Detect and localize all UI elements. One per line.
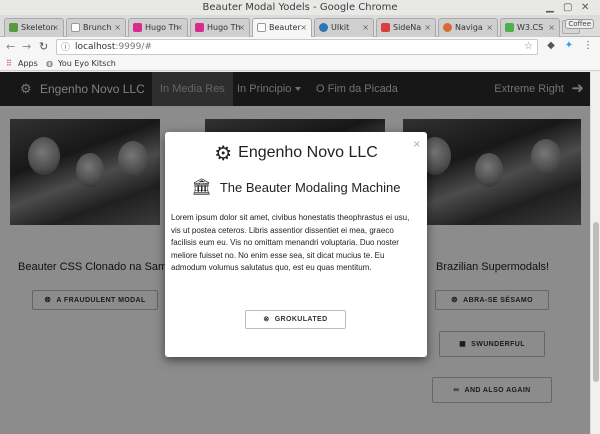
- page-scrollbar[interactable]: [590, 72, 600, 434]
- modal-subtitle-text: The Beauter Modaling Machine: [219, 180, 401, 195]
- favicon-icon: [443, 23, 452, 32]
- close-tab-icon[interactable]: ×: [52, 19, 59, 36]
- forward-icon[interactable]: →: [22, 40, 31, 53]
- favicon-icon: [9, 23, 18, 32]
- dot-circle-icon: ⊗: [263, 316, 270, 323]
- bookmark-globe-icon: ◍: [46, 59, 53, 68]
- window-title: Beauter Modal Yodels - Google Chrome: [202, 2, 398, 13]
- tab-hugo-2[interactable]: Hugo Th ×: [190, 18, 250, 37]
- modal-body-text: Lorem ipsum dolor sit amet, civibus hone…: [171, 213, 410, 272]
- tab-label: W3.CS: [517, 23, 544, 32]
- bookmark-apps[interactable]: Apps: [18, 57, 38, 70]
- close-tab-icon[interactable]: ×: [114, 19, 121, 36]
- url-host: localhost: [75, 42, 116, 52]
- modal-dialog: × ⚙ Engenho Novo LLC 🏛 The Beauter Modalin…: [165, 132, 427, 357]
- tab-brunch[interactable]: Brunch ×: [66, 18, 126, 37]
- tab-uikit[interactable]: UIkit ×: [314, 18, 374, 37]
- minimize-icon[interactable]: ▁: [546, 0, 554, 15]
- close-tab-icon[interactable]: ×: [424, 19, 431, 36]
- info-icon[interactable]: ⓘ: [61, 41, 70, 55]
- bookmarks-bar: ⠿ Apps ◍ You Eyo Kitsch: [0, 57, 600, 71]
- title-bar: Beauter Modal Yodels - Google Chrome ▁ ▢…: [0, 0, 600, 15]
- favicon-icon: [195, 23, 204, 32]
- tab-label: Naviga: [455, 23, 483, 32]
- close-tab-icon[interactable]: ×: [362, 19, 369, 36]
- page-icon: [257, 23, 266, 32]
- twitter-icon[interactable]: ✦: [563, 40, 575, 52]
- bookmark-star-icon[interactable]: ☆: [524, 40, 533, 54]
- tab-w3css[interactable]: W3.CS ×: [500, 18, 560, 37]
- close-tab-icon[interactable]: ×: [176, 19, 183, 36]
- restore-icon[interactable]: ▢: [563, 0, 572, 15]
- close-tab-icon[interactable]: ×: [548, 19, 555, 36]
- close-tab-icon[interactable]: ×: [238, 19, 245, 36]
- scrollbar-thumb[interactable]: [593, 222, 599, 382]
- tab-skeleton[interactable]: Skeleton ×: [4, 18, 64, 37]
- favicon-icon: [319, 23, 328, 32]
- reload-icon[interactable]: ↻: [39, 40, 48, 53]
- grokulated-label: GROKULATED: [274, 316, 328, 323]
- page-icon: [71, 23, 80, 32]
- tab-label: UIkit: [331, 23, 350, 32]
- grokulated-button[interactable]: ⊗ GROKULATED: [245, 310, 346, 329]
- tab-strip: Skeleton × Brunch × Hugo Th × Hugo Th × Beau…: [0, 15, 600, 38]
- menu-icon[interactable]: ⋮: [582, 40, 594, 52]
- tab-sidenav[interactable]: SideNa ×: [376, 18, 436, 37]
- browser-toolbar: ← → ↻ ⓘ localhost:9999/# ☆ ◆ ✦ ⋮: [0, 37, 600, 57]
- page-viewport: ⚙ Engenho Novo LLC In Media Res In Princ…: [0, 72, 590, 434]
- modal-subtitle: 🏛 The Beauter Modaling Machine: [165, 177, 427, 197]
- tab-label: Beauter: [269, 23, 301, 32]
- tab-beauter[interactable]: Beauter ×: [252, 18, 312, 38]
- tab-hugo-1[interactable]: Hugo Th ×: [128, 18, 188, 37]
- address-bar[interactable]: ⓘ localhost:9999/# ☆: [56, 39, 538, 55]
- tab-label: SideNa: [393, 23, 422, 32]
- favicon-icon: [381, 23, 390, 32]
- bookmark-item[interactable]: You Eyo Kitsch: [58, 57, 116, 70]
- favicon-icon: [505, 23, 514, 32]
- tab-label: Hugo Th: [207, 23, 241, 32]
- modal-title: ⚙ Engenho Novo LLC: [165, 141, 427, 166]
- close-tab-icon[interactable]: ×: [300, 19, 307, 36]
- browser-window: Beauter Modal Yodels - Google Chrome ▁ ▢…: [0, 0, 600, 434]
- back-icon[interactable]: ←: [6, 40, 15, 53]
- tab-label: Skeleton: [21, 23, 56, 32]
- profile-button[interactable]: Coffee: [565, 19, 594, 29]
- close-tab-icon[interactable]: ×: [486, 19, 493, 36]
- apps-grid-icon[interactable]: ⠿: [6, 57, 12, 70]
- close-window-icon[interactable]: ✕: [581, 0, 589, 15]
- cogs-icon: ⚙: [214, 143, 233, 165]
- tab-navigation[interactable]: Naviga ×: [438, 18, 498, 37]
- url-path: :9999/#: [115, 42, 152, 52]
- bank-icon: 🏛: [191, 179, 212, 196]
- modal-title-text: Engenho Novo LLC: [238, 144, 378, 161]
- tab-label: Brunch: [83, 23, 112, 32]
- favicon-icon: [133, 23, 142, 32]
- tab-label: Hugo Th: [145, 23, 179, 32]
- extension-icon[interactable]: ◆: [545, 40, 557, 52]
